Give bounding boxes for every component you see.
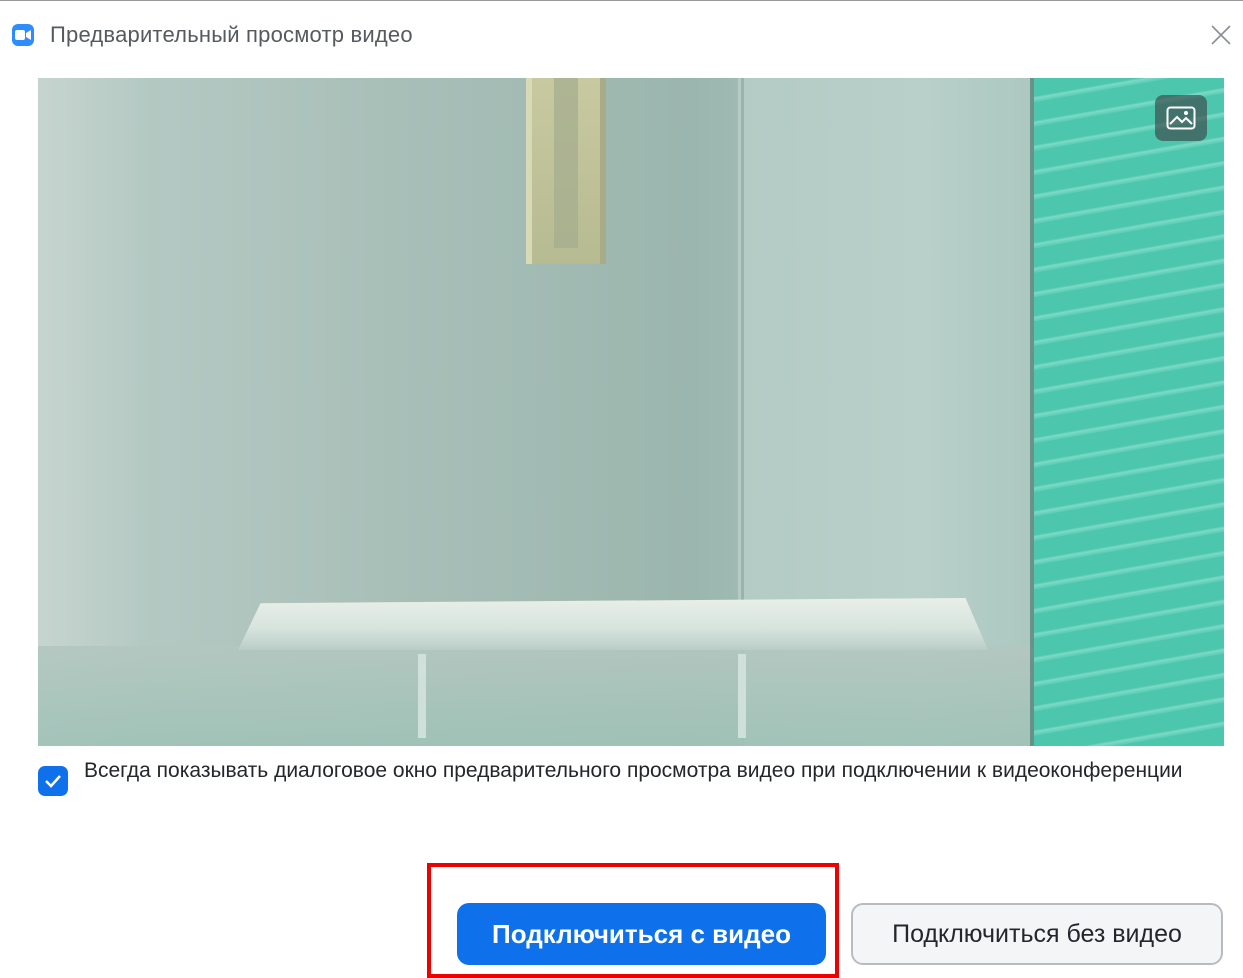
close-icon bbox=[1211, 25, 1231, 45]
video-preview bbox=[38, 78, 1224, 746]
join-without-video-button[interactable]: Подключиться без видео bbox=[851, 903, 1223, 965]
always-show-preview-checkbox[interactable] bbox=[38, 766, 68, 796]
window-title: Предварительный просмотр видео bbox=[50, 22, 413, 47]
video-scene-blinds bbox=[1034, 78, 1224, 746]
video-scene-shelf bbox=[238, 598, 988, 650]
close-button[interactable] bbox=[1204, 18, 1238, 52]
always-show-preview-label: Всегда показывать диалоговое окно предва… bbox=[84, 759, 1183, 782]
join-with-video-button[interactable]: Подключиться с видео bbox=[457, 903, 826, 965]
video-scene-bracket bbox=[418, 654, 426, 738]
video-scene-plaque bbox=[526, 78, 606, 264]
video-scene-ledge bbox=[38, 646, 1038, 746]
camera-icon bbox=[12, 24, 34, 46]
checkmark-icon bbox=[45, 775, 61, 788]
title-bar: Предварительный просмотр видео bbox=[0, 0, 1243, 70]
video-scene-bracket bbox=[738, 654, 746, 738]
image-icon bbox=[1166, 106, 1196, 130]
virtual-background-button[interactable] bbox=[1155, 95, 1207, 141]
